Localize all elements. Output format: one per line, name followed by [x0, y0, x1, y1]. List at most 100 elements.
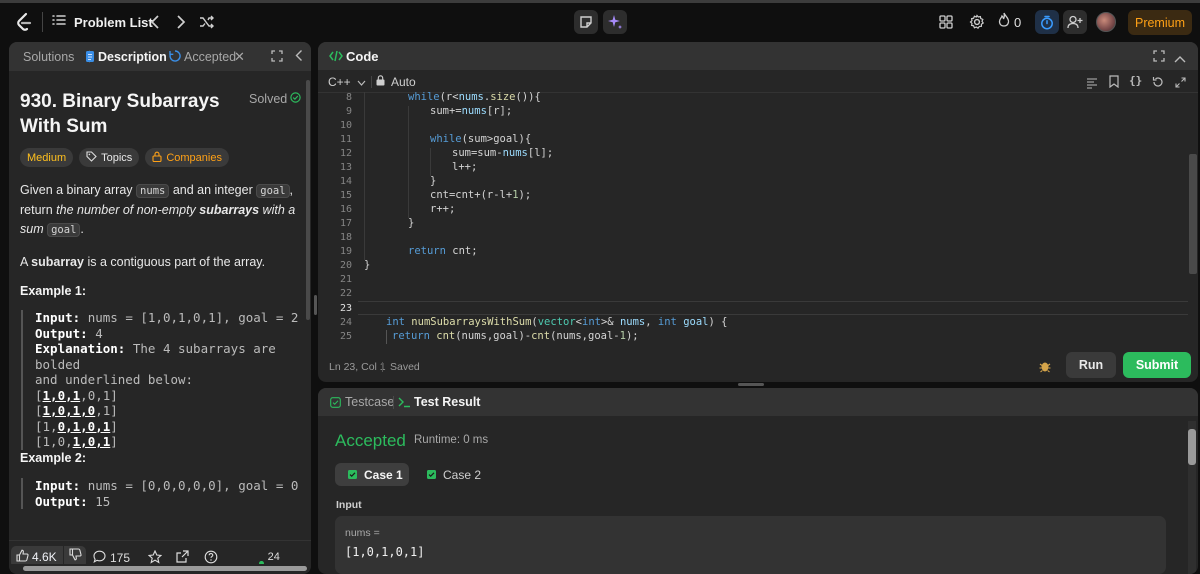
logo-icon[interactable]: [14, 12, 34, 32]
settings-gear-icon[interactable]: [967, 12, 987, 32]
close-tab-icon[interactable]: ✕: [234, 49, 245, 65]
layout-grid-icon[interactable]: [936, 12, 956, 32]
next-problem-button[interactable]: [172, 12, 190, 32]
check-box-icon: [427, 468, 436, 482]
line-number: 15: [339, 190, 352, 201]
ai-sparkle-button[interactable]: [603, 10, 627, 34]
subarray-row: [1,0,1,0,1]: [35, 387, 118, 403]
tab-solutions[interactable]: Solutions: [23, 50, 74, 64]
indent-guide: [408, 106, 409, 218]
tab-testcase[interactable]: Testcase: [345, 395, 394, 409]
code-line: r++;: [430, 203, 456, 215]
avatar[interactable]: [1096, 12, 1116, 32]
collapse-panel-icon[interactable]: [295, 49, 303, 65]
panel-resize-handle[interactable]: [314, 295, 317, 315]
scrollbar-thumb[interactable]: [23, 566, 307, 571]
maximize-panel-icon[interactable]: [271, 50, 283, 65]
input-label: Input:: [35, 478, 81, 493]
description-tab-icon: [85, 50, 95, 66]
output-label: Output:: [35, 493, 88, 509]
code-tab-bar: Code: [318, 42, 1198, 70]
test-panel: Testcase Test Result Accepted Runtime: 0…: [318, 388, 1198, 574]
editor-toolbar: C++ Auto {}: [318, 71, 1198, 93]
divider: [42, 12, 43, 32]
indent-guide: [386, 330, 387, 344]
solved-label: Solved: [249, 92, 288, 106]
mode-toggle[interactable]: Auto: [376, 75, 416, 89]
companies-chip[interactable]: Companies: [145, 148, 229, 167]
example-2-block: Input: nums = [0,0,0,0,0], goal = 0 Outp…: [21, 478, 307, 509]
run-button[interactable]: Run: [1066, 352, 1116, 378]
problem-list-button[interactable]: Problem List: [52, 11, 153, 33]
result-scrollbar[interactable]: [1188, 421, 1196, 574]
code-brackets-icon: [329, 50, 343, 65]
shuffle-icon[interactable]: [197, 12, 217, 32]
desc-text: the number of non-empty: [56, 203, 196, 217]
add-friend-button[interactable]: [1063, 10, 1087, 34]
line-number: 21: [339, 274, 352, 285]
desc-text: A: [20, 255, 28, 269]
code-line: }: [408, 217, 415, 229]
language-label: C++: [328, 75, 351, 89]
divider: [371, 76, 372, 88]
var-name: nums =: [345, 527, 380, 539]
notes-button[interactable]: [574, 10, 598, 34]
accepted-tab-icon: [169, 50, 181, 65]
tab-test-result[interactable]: Test Result: [414, 395, 480, 409]
braces-icon[interactable]: {}: [1129, 74, 1142, 87]
scrollbar-thumb[interactable]: [306, 80, 310, 320]
problem-title-line2: With Sum: [20, 116, 108, 137]
code-line: while(r<nums.size()){: [408, 91, 541, 103]
mode-label: Auto: [391, 75, 416, 89]
streak-button[interactable]: 0: [998, 12, 1021, 32]
editor-status-bar: Ln 23, Col 1 Saved Run Submit: [318, 352, 1198, 382]
scrollbar-thumb[interactable]: [1188, 429, 1196, 465]
code-line: l++;: [452, 161, 478, 173]
streak-count: 0: [1014, 14, 1022, 30]
likes-count: 4.6K: [32, 550, 57, 564]
code-line: }: [364, 259, 371, 271]
line-number: 12: [339, 148, 352, 159]
timer-button[interactable]: [1035, 10, 1059, 34]
language-select[interactable]: C++: [328, 75, 366, 89]
tab-accepted[interactable]: Accepted: [184, 50, 236, 64]
subarray-row: [1,0,1,0,1]: [35, 434, 118, 449]
bookmark-icon[interactable]: [1109, 75, 1119, 93]
input-value-box: nums = [1,0,1,0,1]: [335, 516, 1166, 574]
fullscreen-icon[interactable]: [1175, 75, 1186, 93]
tab-description[interactable]: Description: [98, 50, 167, 64]
line-number: 17: [339, 218, 352, 229]
case-2-label: Case 2: [443, 467, 482, 482]
code-line: cnt=cnt+(r-l+1);: [430, 189, 532, 201]
case-1-tab[interactable]: Case 1: [335, 463, 409, 486]
chevron-down-icon: [357, 75, 366, 89]
vertical-resize-handle[interactable]: [738, 383, 764, 386]
example-output: 15: [95, 493, 111, 509]
lock-icon: [376, 75, 385, 89]
runtime-label: Runtime: 0 ms: [414, 434, 489, 446]
case-2-tab[interactable]: Case 2: [414, 463, 488, 486]
reset-icon[interactable]: [1152, 75, 1164, 93]
collapse-editor-icon[interactable]: [1174, 51, 1186, 66]
line-number: 20: [339, 260, 352, 271]
prev-problem-button[interactable]: [146, 12, 164, 32]
code-line: sum+=nums[r];: [430, 105, 513, 117]
premium-button[interactable]: Premium: [1128, 10, 1192, 35]
line-number: 25: [339, 331, 352, 342]
divider: [382, 362, 383, 372]
difficulty-badge: Medium: [20, 148, 74, 167]
line-number: 8: [345, 92, 352, 103]
code-line: int numSubarraysWithSum(vector<int>& num…: [386, 316, 728, 328]
premium-label: Premium: [1134, 15, 1185, 30]
line-number: 22: [339, 288, 352, 299]
submit-button[interactable]: Submit: [1123, 352, 1191, 378]
topics-chip[interactable]: Topics: [79, 148, 140, 167]
line-number: 18: [339, 232, 352, 243]
maximize-editor-icon[interactable]: [1153, 50, 1165, 65]
save-status: Saved: [390, 361, 420, 373]
editor-scrollbar[interactable]: [1189, 154, 1197, 274]
check-circle-icon: [290, 92, 301, 106]
problem-list-label: Problem List: [74, 14, 153, 30]
horizontal-scrollbar[interactable]: [11, 564, 309, 572]
debug-bug-icon[interactable]: [1038, 359, 1052, 378]
